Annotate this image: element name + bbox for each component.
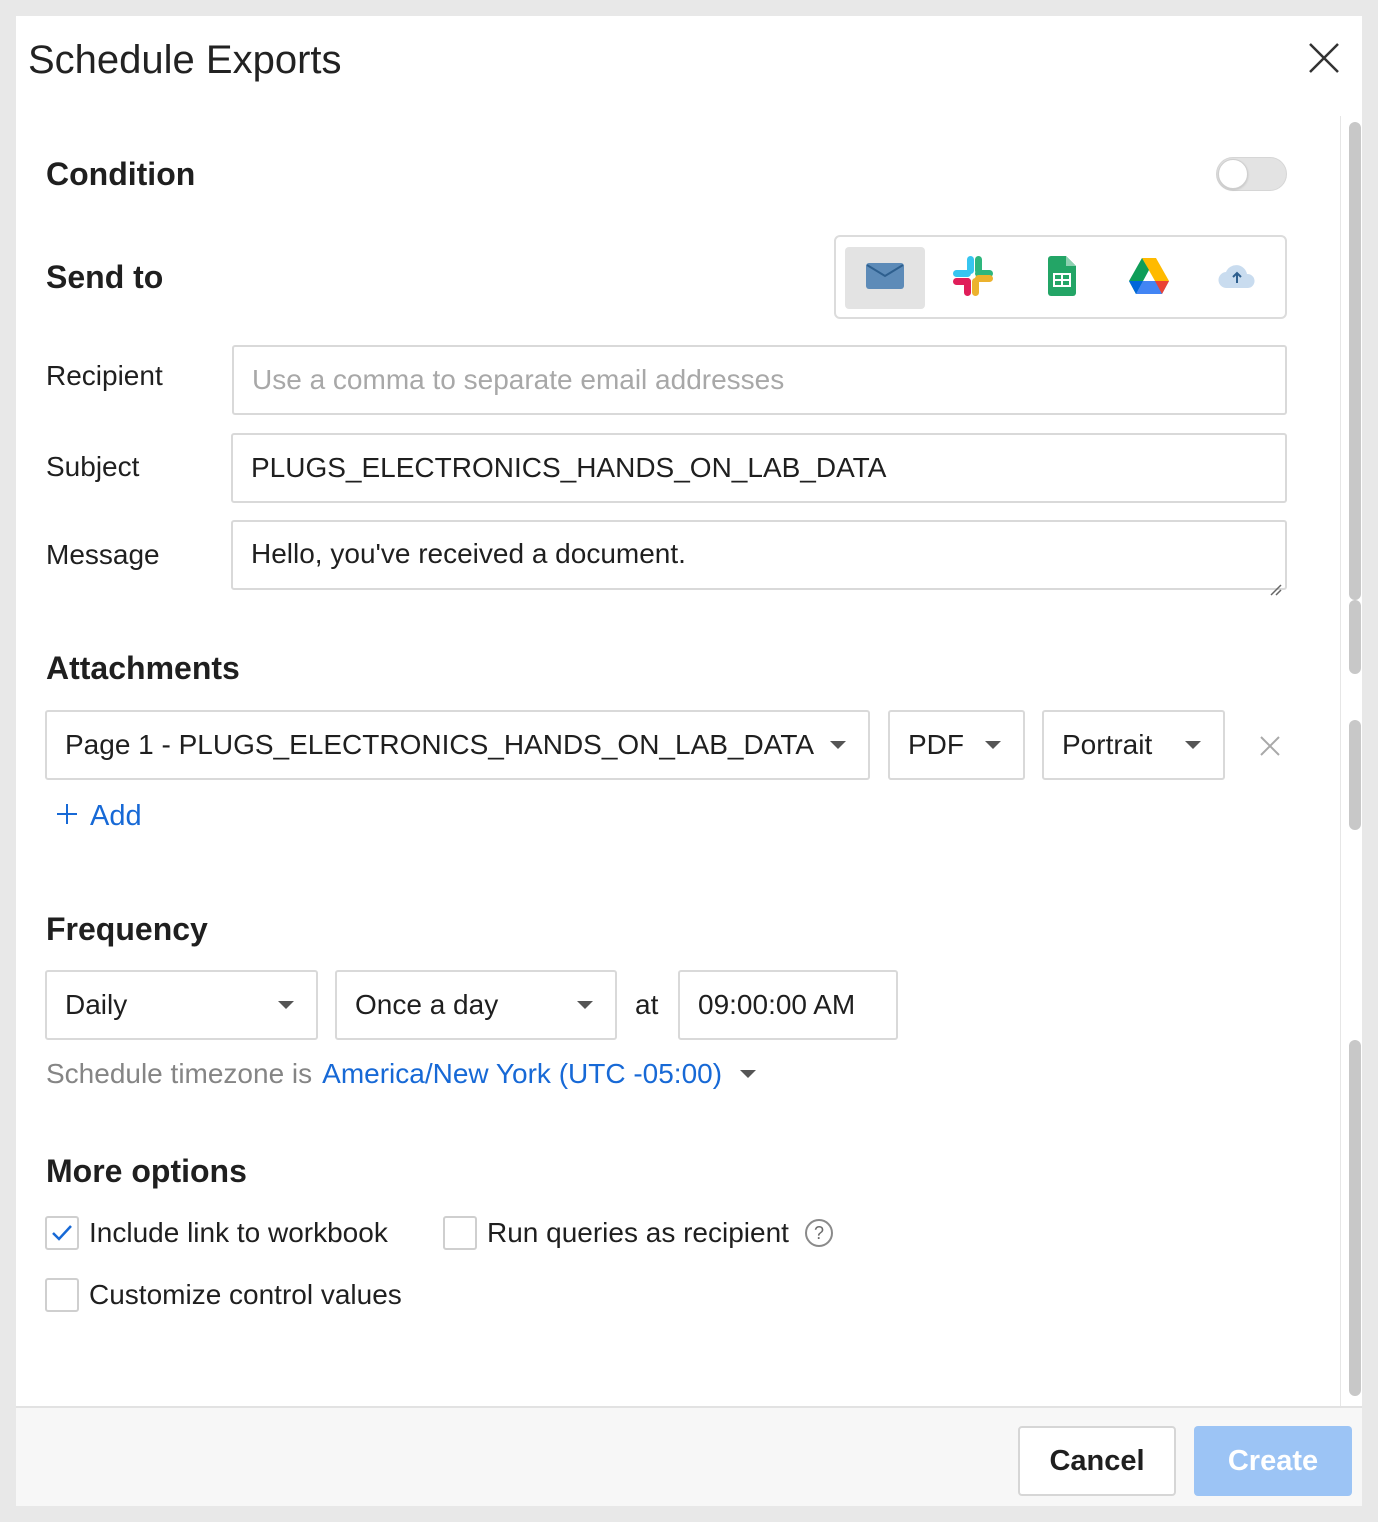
help-icon[interactable]: ? [804,1219,833,1247]
destination-cloud-upload[interactable] [1197,247,1277,309]
dialog-footer: Cancel Create [16,1406,1362,1506]
schedule-exports-dialog: Schedule Exports Condition Send to Recip… [16,16,1362,1506]
chevron-down-icon [1185,741,1201,749]
condition-heading: Condition [46,156,196,192]
include-link-checkbox[interactable]: Include link to workbook [45,1216,388,1250]
slack-icon [950,253,996,304]
dialog-title: Schedule Exports [28,38,342,82]
frequency-period-value: Daily [65,989,128,1020]
destination-email[interactable] [845,247,925,309]
remove-attachment-icon[interactable] [1258,734,1282,758]
checkbox-box[interactable] [443,1216,477,1250]
checkbox-box[interactable] [45,1278,79,1312]
frequency-times-select[interactable]: Once a day [335,970,617,1040]
destination-picker [834,235,1287,319]
timezone-prefix: Schedule timezone is [46,1058,313,1089]
destination-google-sheets[interactable] [1021,247,1101,309]
time-field[interactable]: 09:00:00 AM [678,970,898,1040]
customize-controls-label: Customize control values [89,1279,402,1310]
at-label: at [635,989,659,1020]
run-queries-label: Run queries as recipient [487,1217,789,1248]
google-sheets-icon [1046,255,1076,301]
attachment-format-select[interactable]: PDF [888,710,1025,780]
subject-field[interactable]: PLUGS_ELECTRONICS_HANDS_ON_LAB_DATA [231,433,1287,503]
add-attachment-button[interactable]: Add [56,800,142,833]
resize-handle-icon[interactable] [1268,571,1282,596]
run-queries-checkbox[interactable]: Run queries as recipient ? [443,1216,833,1250]
frequency-times-value: Once a day [355,989,499,1020]
attachment-page-value: Page 1 - PLUGS_ELECTRONICS_HANDS_ON_LAB_… [65,729,815,760]
scrollbar-segment [1349,600,1361,674]
checkmark-icon [52,1225,72,1241]
scrollbar-thumb[interactable] [1349,122,1361,600]
include-link-label: Include link to workbook [89,1217,388,1248]
timezone-link[interactable]: America/New York (UTC -05:00) [322,1058,722,1090]
condition-toggle[interactable] [1216,157,1287,191]
attachment-format-value: PDF [908,729,964,760]
frequency-heading: Frequency [46,911,208,947]
cloud-upload-icon [1217,262,1257,295]
more-options-heading: More options [46,1153,247,1189]
add-attachment-label: Add [90,800,142,832]
chevron-down-icon [577,1001,593,1009]
attachment-page-select[interactable]: Page 1 - PLUGS_ELECTRONICS_HANDS_ON_LAB_… [45,710,870,780]
time-value: 09:00:00 AM [698,989,856,1020]
checkbox-box[interactable] [45,1216,79,1250]
message-label: Message [46,539,160,570]
google-drive-icon [1128,257,1170,300]
message-field[interactable]: Hello, you've received a document. [231,520,1287,596]
timezone-row: Schedule timezone is America/New York (U… [46,1058,757,1090]
attachments-heading: Attachments [46,650,240,686]
scrollbar-segment [1349,1040,1361,1396]
frequency-period-select[interactable]: Daily [45,970,318,1040]
message-value: Hello, you've received a document. [251,538,686,569]
plus-icon [56,800,78,833]
chevron-down-icon [830,741,846,749]
create-button[interactable]: Create [1194,1426,1352,1496]
close-icon[interactable] [1306,40,1342,76]
chevron-down-icon [985,741,1001,749]
recipient-input[interactable] [252,347,1285,413]
cancel-button[interactable]: Cancel [1018,1426,1176,1496]
email-icon [865,261,905,296]
subject-label: Subject [46,451,140,482]
chevron-down-icon[interactable] [740,1070,757,1078]
attachment-orientation-value: Portrait [1062,729,1153,760]
recipient-label: Recipient [46,360,163,391]
destination-slack[interactable] [933,247,1013,309]
send-to-heading: Send to [46,259,164,295]
attachment-orientation-select[interactable]: Portrait [1042,710,1225,780]
recipient-field[interactable] [232,345,1287,415]
scrollbar[interactable] [1340,116,1362,1406]
destination-google-drive[interactable] [1109,247,1189,309]
customize-controls-checkbox[interactable]: Customize control values [45,1278,402,1312]
chevron-down-icon [278,1001,294,1009]
scrollbar-segment [1349,720,1361,830]
subject-value: PLUGS_ELECTRONICS_HANDS_ON_LAB_DATA [251,452,887,483]
toggle-knob [1218,159,1248,189]
